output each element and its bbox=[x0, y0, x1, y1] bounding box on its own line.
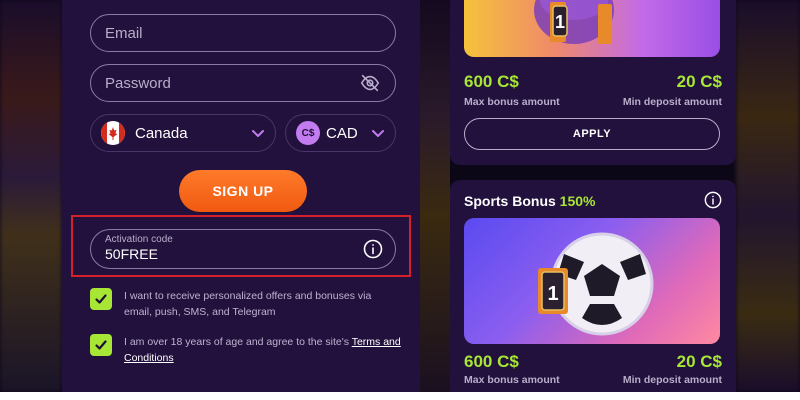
country-label: Canada bbox=[135, 124, 188, 142]
min-deposit-amount: 20 C$ bbox=[676, 72, 722, 91]
card-title-percent: 150% bbox=[559, 193, 596, 209]
bonus-banner-image: 1 bbox=[464, 0, 720, 57]
min-deposit-label: Min deposit amount bbox=[622, 96, 722, 108]
offers-consent-text: I want to receive personalized offers an… bbox=[124, 290, 372, 318]
chevron-down-icon bbox=[252, 130, 264, 137]
banner-number-badge: 1 bbox=[555, 12, 565, 32]
info-icon[interactable] bbox=[363, 239, 383, 259]
max-bonus-label: Max bonus amount bbox=[464, 96, 560, 108]
info-icon[interactable] bbox=[704, 191, 722, 209]
sports-bonus-card: Sports Bonus 150% 1 600 C$ Max bonus amo… bbox=[450, 180, 736, 392]
email-placeholder: Email bbox=[105, 24, 143, 42]
sign-up-button[interactable]: SIGN UP bbox=[179, 170, 307, 212]
registration-form: Email Password Canada C$ CAD SIGN UP Act… bbox=[62, 0, 420, 392]
password-placeholder: Password bbox=[105, 74, 171, 92]
terms-consent-checkbox[interactable] bbox=[90, 334, 112, 356]
background-gap bbox=[420, 0, 450, 392]
terms-consent-prefix: I am over 18 years of age and agree to t… bbox=[124, 336, 352, 348]
chevron-down-icon bbox=[372, 130, 384, 137]
checkmark-icon bbox=[95, 340, 107, 350]
currency-label: CAD bbox=[326, 124, 358, 142]
min-deposit-amount: 20 C$ bbox=[676, 352, 722, 371]
max-bonus-label: Max bonus amount bbox=[464, 374, 560, 386]
offers-consent-checkbox[interactable] bbox=[90, 288, 112, 310]
max-bonus-amount: 600 C$ bbox=[464, 352, 519, 371]
checkmark-icon bbox=[95, 294, 107, 304]
currency-select[interactable]: C$ CAD bbox=[285, 114, 396, 152]
activation-code-label: Activation code bbox=[105, 234, 173, 245]
apply-button[interactable]: APPLY bbox=[464, 118, 720, 150]
terms-consent-row: I am over 18 years of age and agree to t… bbox=[90, 334, 402, 366]
offers-consent-row: I want to receive personalized offers an… bbox=[90, 288, 402, 320]
min-deposit-label: Min deposit amount bbox=[622, 374, 722, 386]
activation-code-value: 50FREE bbox=[105, 246, 158, 262]
bonus-card: 1 600 C$ Max bonus amount 20 C$ Min depo… bbox=[450, 0, 736, 165]
activation-code-field[interactable]: Activation code 50FREE bbox=[90, 229, 396, 269]
bottom-strip bbox=[0, 392, 800, 400]
eye-off-icon[interactable] bbox=[359, 72, 381, 94]
email-field[interactable]: Email bbox=[90, 14, 396, 52]
card-title: Sports Bonus 150% bbox=[464, 193, 595, 209]
sports-banner-image: 1 bbox=[464, 218, 720, 344]
card-title-text: Sports Bonus bbox=[464, 193, 556, 209]
background-left bbox=[0, 0, 62, 392]
max-bonus-amount: 600 C$ bbox=[464, 72, 519, 91]
country-select[interactable]: Canada bbox=[90, 114, 276, 152]
terms-consent-text: I am over 18 years of age and agree to t… bbox=[124, 334, 402, 366]
banner-number-badge: 1 bbox=[547, 283, 558, 305]
background-right bbox=[736, 0, 800, 392]
currency-badge-icon: C$ bbox=[296, 121, 320, 145]
password-field[interactable]: Password bbox=[90, 64, 396, 102]
canada-flag-icon bbox=[101, 121, 125, 145]
